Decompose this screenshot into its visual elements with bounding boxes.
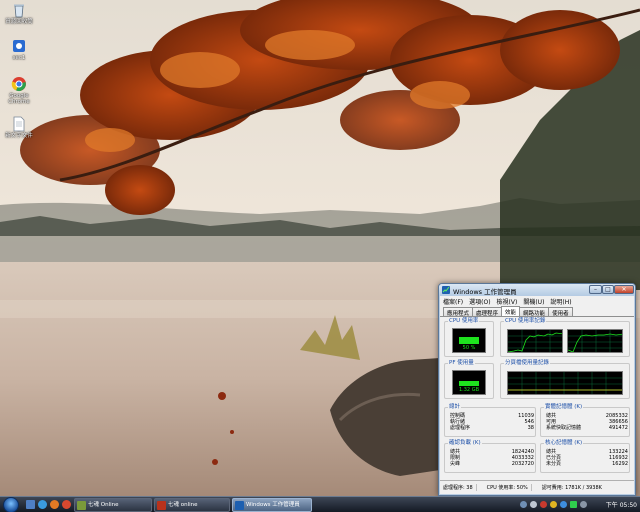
totals-stats: 控制碼 11039 執行緒 546 處理程序 38 (450, 413, 534, 431)
stat-row-kernel-nonpaged: 未分頁 16292 (546, 461, 628, 467)
physical-memory-group: 實體記憶體 (K) 總共 2085332 可用 386656 系統快取記憶體 4914… (540, 404, 630, 437)
network-icon[interactable] (520, 501, 527, 508)
taskbar-item-game-1[interactable]: 七魂 Online (74, 498, 152, 512)
system-tray: 下午 05:50 (515, 497, 640, 512)
task-manager-window[interactable]: Windows 工作管理員 – □ ✕ 檔案(F) 選項(O) 檢視(V) 關機… (438, 283, 636, 496)
pf-usage-value: 1.32 GB (458, 387, 480, 393)
pf-usage-meter: 1.32 GB (452, 370, 486, 395)
pf-usage-bar (459, 381, 479, 386)
minimize-button[interactable]: – (589, 285, 602, 294)
title-bar[interactable]: Windows 工作管理員 – □ ✕ (439, 284, 635, 296)
performance-panel: CPU 使用率 50 % CPU 使用率記錄 PF 使用量 1.32 GB 分頁… (440, 316, 634, 481)
taskbar-item-label: 七魂 Online (88, 502, 119, 508)
pf-usage-label: PF 使用量 (448, 360, 475, 367)
update-icon[interactable] (560, 501, 567, 508)
text-document-icon (13, 116, 25, 132)
task-manager-icon (442, 286, 450, 294)
totals-group: 總計 控制碼 11039 執行緒 546 處理程序 38 (444, 404, 536, 437)
task-manager-icon (235, 501, 244, 510)
window-title: Windows 工作管理員 (453, 288, 517, 296)
tab-networking[interactable]: 網路功能 (519, 307, 550, 317)
show-desktop-icon[interactable] (26, 500, 35, 509)
totals-label: 總計 (448, 404, 462, 411)
taskbar-item-game-2[interactable]: 七魂 online (154, 498, 230, 512)
tab-users[interactable]: 使用者 (548, 307, 573, 317)
pf-history-graph (507, 371, 623, 395)
status-cpu: CPU 使用率: 50% (477, 484, 532, 491)
cpu-history-label: CPU 使用率記錄 (504, 318, 547, 325)
stat-row-system-cache: 系統快取記憶體 491472 (546, 425, 628, 431)
desktop-icon-label: 資源回收筒 (5, 19, 33, 25)
chrome-quicklaunch-icon[interactable] (62, 500, 71, 509)
clock[interactable]: 下午 05:50 (606, 500, 637, 509)
menu-shutdown[interactable]: 關機(U) (523, 297, 544, 306)
menu-view[interactable]: 檢視(V) (497, 297, 518, 306)
commit-charge-label: 確認負載 (K) (448, 440, 482, 447)
taskbar-item-task-manager[interactable]: Windows 工作管理員 (232, 498, 312, 512)
antivirus-icon[interactable] (540, 501, 547, 508)
commit-charge-stats: 總共 1824240 限制 4033332 尖峰 2032720 (450, 449, 534, 467)
start-button[interactable] (3, 497, 19, 512)
kernel-memory-label: 核心記憶體 (K) (544, 440, 584, 447)
status-processes: 處理程序: 38 (440, 484, 477, 491)
taskbar-item-label: Windows 工作管理員 (246, 502, 300, 508)
tab-performance[interactable]: 效能 (501, 306, 521, 316)
status-bar: 處理程序: 38 CPU 使用率: 50% 認可費用: 1781K / 3938… (440, 480, 634, 494)
taskbar-item-label: 七魂 online (168, 502, 198, 508)
kernel-memory-group: 核心記憶體 (K) 總共 133224 已分頁 116932 未分頁 16292 (540, 440, 630, 473)
chrome-icon (11, 77, 26, 91)
volume-icon[interactable] (530, 501, 537, 508)
game-icon (77, 501, 86, 510)
stat-row-commit-peak: 尖峰 2032720 (450, 461, 534, 467)
cpu-history-graph-core1 (507, 329, 563, 353)
stat-row-processes: 處理程序 38 (450, 425, 534, 431)
pf-history-label: 分頁檔使用量記錄 (504, 360, 551, 367)
cpu-usage-group: CPU 使用率 50 % (444, 318, 494, 357)
task-manager-tray-icon[interactable] (570, 501, 577, 508)
cpu-history-graph-core2 (567, 329, 623, 353)
cpu-history-group: CPU 使用率記錄 (500, 318, 630, 357)
safely-remove-icon[interactable] (580, 501, 587, 508)
chrome-tray-icon[interactable] (550, 501, 557, 508)
pf-history-group: 分頁檔使用量記錄 (500, 360, 630, 399)
desktop-icon-recycle-bin[interactable]: 資源回收筒 (2, 2, 36, 25)
taskbar: 七魂 Online 七魂 online Windows 工作管理員 下午 05:… (0, 496, 640, 512)
menu-bar: 檔案(F) 選項(O) 檢視(V) 關機(U) 說明(H) (440, 296, 634, 306)
desktop-icon-sec1[interactable]: sec1 (2, 38, 36, 61)
desktop-icon-label: Google Chrome (8, 93, 30, 105)
commit-charge-group: 確認負載 (K) 總共 1824240 限制 4033332 尖峰 2032720 (444, 440, 536, 473)
game-icon (157, 501, 166, 510)
tab-strip: 應用程式 處理程序 效能 網路功能 使用者 (440, 306, 634, 317)
desktop-icon-google-chrome[interactable]: Google Chrome (2, 76, 36, 105)
cpu-usage-meter: 50 % (452, 328, 486, 353)
menu-options[interactable]: 選項(O) (469, 297, 490, 306)
tab-processes[interactable]: 處理程序 (472, 307, 503, 317)
kernel-memory-stats: 總共 133224 已分頁 116932 未分頁 16292 (546, 449, 628, 467)
media-player-icon[interactable] (50, 500, 59, 509)
pf-usage-group: PF 使用量 1.32 GB (444, 360, 494, 399)
cpu-usage-value: 50 % (462, 345, 476, 351)
tab-applications[interactable]: 應用程式 (443, 307, 474, 317)
desktop-icon-label: 新文字文件 (5, 133, 33, 139)
desktop-icon-text-document[interactable]: 新文字文件 (2, 116, 36, 139)
cpu-usage-label: CPU 使用率 (448, 318, 480, 325)
menu-help[interactable]: 說明(H) (550, 297, 571, 306)
physical-memory-label: 實體記憶體 (K) (544, 404, 584, 411)
status-commit: 認可費用: 1781K / 3938K (541, 485, 602, 491)
menu-file[interactable]: 檔案(F) (443, 297, 463, 306)
close-button[interactable]: ✕ (614, 285, 634, 294)
cpu-usage-bar (459, 336, 479, 344)
desktop-icon-label: sec1 (12, 55, 26, 61)
maximize-button[interactable]: □ (602, 285, 614, 294)
program-icon (13, 40, 25, 52)
ie-icon[interactable] (38, 500, 47, 509)
recycle-bin-icon (14, 4, 24, 18)
physical-memory-stats: 總共 2085332 可用 386656 系統快取記憶體 491472 (546, 413, 628, 431)
